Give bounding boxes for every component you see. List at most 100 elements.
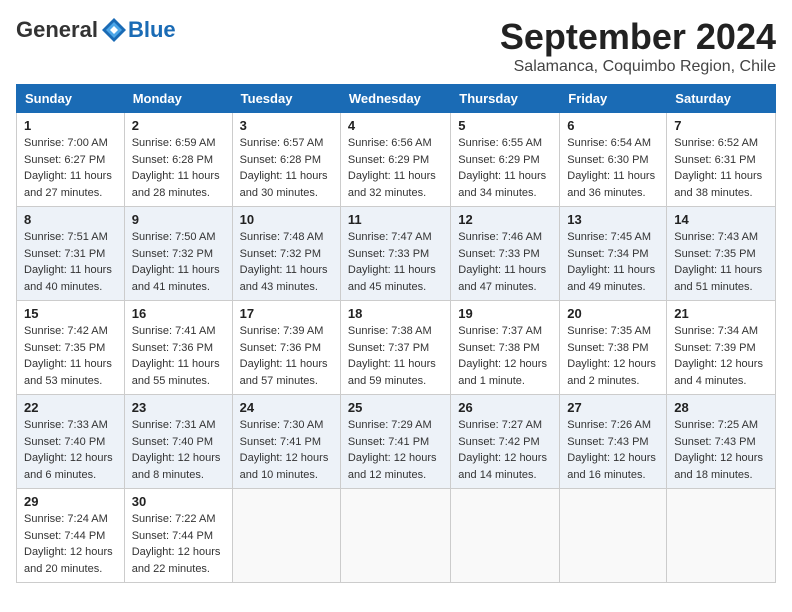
day-number: 19 bbox=[458, 306, 552, 321]
day-number: 8 bbox=[24, 212, 117, 227]
day-number: 13 bbox=[567, 212, 659, 227]
day-info: Sunrise: 7:27 AMSunset: 7:42 PMDaylight:… bbox=[458, 417, 552, 483]
day-number: 24 bbox=[240, 400, 333, 415]
calendar-cell: 1 Sunrise: 7:00 AMSunset: 6:27 PMDaylight… bbox=[17, 113, 125, 207]
calendar-cell: 13 Sunrise: 7:45 AMSunset: 7:34 PMDayligh… bbox=[560, 207, 667, 301]
calendar-cell: 17 Sunrise: 7:39 AMSunset: 7:36 PMDayligh… bbox=[232, 301, 340, 395]
calendar-cell: 9 Sunrise: 7:50 AMSunset: 7:32 PMDaylight… bbox=[124, 207, 232, 301]
day-info: Sunrise: 7:35 AMSunset: 7:38 PMDaylight:… bbox=[567, 323, 659, 389]
day-number: 5 bbox=[458, 118, 552, 133]
day-number: 6 bbox=[567, 118, 659, 133]
day-number: 11 bbox=[348, 212, 443, 227]
day-info: Sunrise: 6:55 AMSunset: 6:29 PMDaylight:… bbox=[458, 135, 552, 201]
day-info: Sunrise: 7:30 AMSunset: 7:41 PMDaylight:… bbox=[240, 417, 333, 483]
day-number: 4 bbox=[348, 118, 443, 133]
day-info: Sunrise: 7:47 AMSunset: 7:33 PMDaylight:… bbox=[348, 229, 443, 295]
day-info: Sunrise: 7:34 AMSunset: 7:39 PMDaylight:… bbox=[674, 323, 768, 389]
day-info: Sunrise: 6:57 AMSunset: 6:28 PMDaylight:… bbox=[240, 135, 333, 201]
calendar-cell bbox=[451, 489, 560, 583]
day-number: 15 bbox=[24, 306, 117, 321]
calendar: SundayMondayTuesdayWednesdayThursdayFrid… bbox=[16, 84, 776, 583]
title-section: September 2024 Salamanca, Coquimbo Regio… bbox=[500, 16, 776, 76]
day-info: Sunrise: 7:51 AMSunset: 7:31 PMDaylight:… bbox=[24, 229, 117, 295]
calendar-cell: 18 Sunrise: 7:38 AMSunset: 7:37 PMDayligh… bbox=[340, 301, 450, 395]
day-info: Sunrise: 7:39 AMSunset: 7:36 PMDaylight:… bbox=[240, 323, 333, 389]
day-header-sunday: Sunday bbox=[17, 85, 125, 113]
day-number: 7 bbox=[674, 118, 768, 133]
calendar-week-2: 8 Sunrise: 7:51 AMSunset: 7:31 PMDaylight… bbox=[17, 207, 776, 301]
day-number: 1 bbox=[24, 118, 117, 133]
day-header-saturday: Saturday bbox=[667, 85, 776, 113]
day-header-tuesday: Tuesday bbox=[232, 85, 340, 113]
calendar-cell: 21 Sunrise: 7:34 AMSunset: 7:39 PMDayligh… bbox=[667, 301, 776, 395]
location: Salamanca, Coquimbo Region, Chile bbox=[500, 58, 776, 76]
calendar-cell: 27Sunrise: 7:26 AMSunset: 7:43 PMDayligh… bbox=[560, 395, 667, 489]
day-number: 9 bbox=[132, 212, 225, 227]
day-info: Sunrise: 7:22 AMSunset: 7:44 PMDaylight:… bbox=[132, 511, 225, 577]
logo-general: General bbox=[16, 17, 98, 43]
calendar-cell: 15 Sunrise: 7:42 AMSunset: 7:35 PMDayligh… bbox=[17, 301, 125, 395]
calendar-cell bbox=[340, 489, 450, 583]
calendar-cell: 16 Sunrise: 7:41 AMSunset: 7:36 PMDayligh… bbox=[124, 301, 232, 395]
day-info: Sunrise: 6:52 AMSunset: 6:31 PMDaylight:… bbox=[674, 135, 768, 201]
day-number: 18 bbox=[348, 306, 443, 321]
calendar-cell: 24 Sunrise: 7:30 AMSunset: 7:41 PMDayligh… bbox=[232, 395, 340, 489]
logo-blue: Blue bbox=[128, 17, 176, 43]
day-info: Sunrise: 7:24 AMSunset: 7:44 PMDaylight:… bbox=[24, 511, 117, 577]
day-number: 20 bbox=[567, 306, 659, 321]
day-header-thursday: Thursday bbox=[451, 85, 560, 113]
calendar-cell: 28Sunrise: 7:25 AMSunset: 7:43 PMDayligh… bbox=[667, 395, 776, 489]
day-number: 30 bbox=[132, 494, 225, 509]
day-info: Sunrise: 7:46 AMSunset: 7:33 PMDaylight:… bbox=[458, 229, 552, 295]
calendar-cell: 22 Sunrise: 7:33 AMSunset: 7:40 PMDayligh… bbox=[17, 395, 125, 489]
day-info: Sunrise: 7:33 AMSunset: 7:40 PMDaylight:… bbox=[24, 417, 117, 483]
calendar-cell: 25Sunrise: 7:29 AMSunset: 7:41 PMDayligh… bbox=[340, 395, 450, 489]
day-number: 10 bbox=[240, 212, 333, 227]
day-number: 2 bbox=[132, 118, 225, 133]
calendar-week-4: 22 Sunrise: 7:33 AMSunset: 7:40 PMDayligh… bbox=[17, 395, 776, 489]
logo-icon bbox=[100, 16, 128, 44]
day-number: 22 bbox=[24, 400, 117, 415]
day-info: Sunrise: 7:43 AMSunset: 7:35 PMDaylight:… bbox=[674, 229, 768, 295]
day-number: 12 bbox=[458, 212, 552, 227]
day-info: Sunrise: 7:25 AMSunset: 7:43 PMDaylight:… bbox=[674, 417, 768, 483]
day-info: Sunrise: 7:00 AMSunset: 6:27 PMDaylight:… bbox=[24, 135, 117, 201]
day-number: 3 bbox=[240, 118, 333, 133]
day-info: Sunrise: 7:29 AMSunset: 7:41 PMDaylight:… bbox=[348, 417, 443, 483]
calendar-cell: 26 Sunrise: 7:27 AMSunset: 7:42 PMDayligh… bbox=[451, 395, 560, 489]
day-info: Sunrise: 6:56 AMSunset: 6:29 PMDaylight:… bbox=[348, 135, 443, 201]
day-info: Sunrise: 7:26 AMSunset: 7:43 PMDaylight:… bbox=[567, 417, 659, 483]
day-info: Sunrise: 7:38 AMSunset: 7:37 PMDaylight:… bbox=[348, 323, 443, 389]
day-number: 16 bbox=[132, 306, 225, 321]
day-info: Sunrise: 7:45 AMSunset: 7:34 PMDaylight:… bbox=[567, 229, 659, 295]
calendar-cell: 8 Sunrise: 7:51 AMSunset: 7:31 PMDaylight… bbox=[17, 207, 125, 301]
day-info: Sunrise: 7:41 AMSunset: 7:36 PMDaylight:… bbox=[132, 323, 225, 389]
day-header-wednesday: Wednesday bbox=[340, 85, 450, 113]
calendar-cell: 6 Sunrise: 6:54 AMSunset: 6:30 PMDaylight… bbox=[560, 113, 667, 207]
calendar-cell: 2 Sunrise: 6:59 AMSunset: 6:28 PMDaylight… bbox=[124, 113, 232, 207]
calendar-cell: 10 Sunrise: 7:48 AMSunset: 7:32 PMDayligh… bbox=[232, 207, 340, 301]
calendar-cell: 14 Sunrise: 7:43 AMSunset: 7:35 PMDayligh… bbox=[667, 207, 776, 301]
header-row: SundayMondayTuesdayWednesdayThursdayFrid… bbox=[17, 85, 776, 113]
calendar-week-5: 29Sunrise: 7:24 AMSunset: 7:44 PMDayligh… bbox=[17, 489, 776, 583]
day-number: 14 bbox=[674, 212, 768, 227]
calendar-cell: 7 Sunrise: 6:52 AMSunset: 6:31 PMDaylight… bbox=[667, 113, 776, 207]
calendar-cell: 11 Sunrise: 7:47 AMSunset: 7:33 PMDayligh… bbox=[340, 207, 450, 301]
day-header-monday: Monday bbox=[124, 85, 232, 113]
day-info: Sunrise: 7:42 AMSunset: 7:35 PMDaylight:… bbox=[24, 323, 117, 389]
calendar-cell: 19Sunrise: 7:37 AMSunset: 7:38 PMDayligh… bbox=[451, 301, 560, 395]
day-info: Sunrise: 6:54 AMSunset: 6:30 PMDaylight:… bbox=[567, 135, 659, 201]
day-number: 23 bbox=[132, 400, 225, 415]
calendar-cell bbox=[232, 489, 340, 583]
day-number: 21 bbox=[674, 306, 768, 321]
day-number: 26 bbox=[458, 400, 552, 415]
month-title: September 2024 bbox=[500, 16, 776, 58]
day-info: Sunrise: 7:48 AMSunset: 7:32 PMDaylight:… bbox=[240, 229, 333, 295]
day-info: Sunrise: 7:50 AMSunset: 7:32 PMDaylight:… bbox=[132, 229, 225, 295]
calendar-cell bbox=[560, 489, 667, 583]
day-info: Sunrise: 6:59 AMSunset: 6:28 PMDaylight:… bbox=[132, 135, 225, 201]
day-number: 17 bbox=[240, 306, 333, 321]
calendar-cell: 23Sunrise: 7:31 AMSunset: 7:40 PMDayligh… bbox=[124, 395, 232, 489]
calendar-cell: 20 Sunrise: 7:35 AMSunset: 7:38 PMDayligh… bbox=[560, 301, 667, 395]
day-header-friday: Friday bbox=[560, 85, 667, 113]
